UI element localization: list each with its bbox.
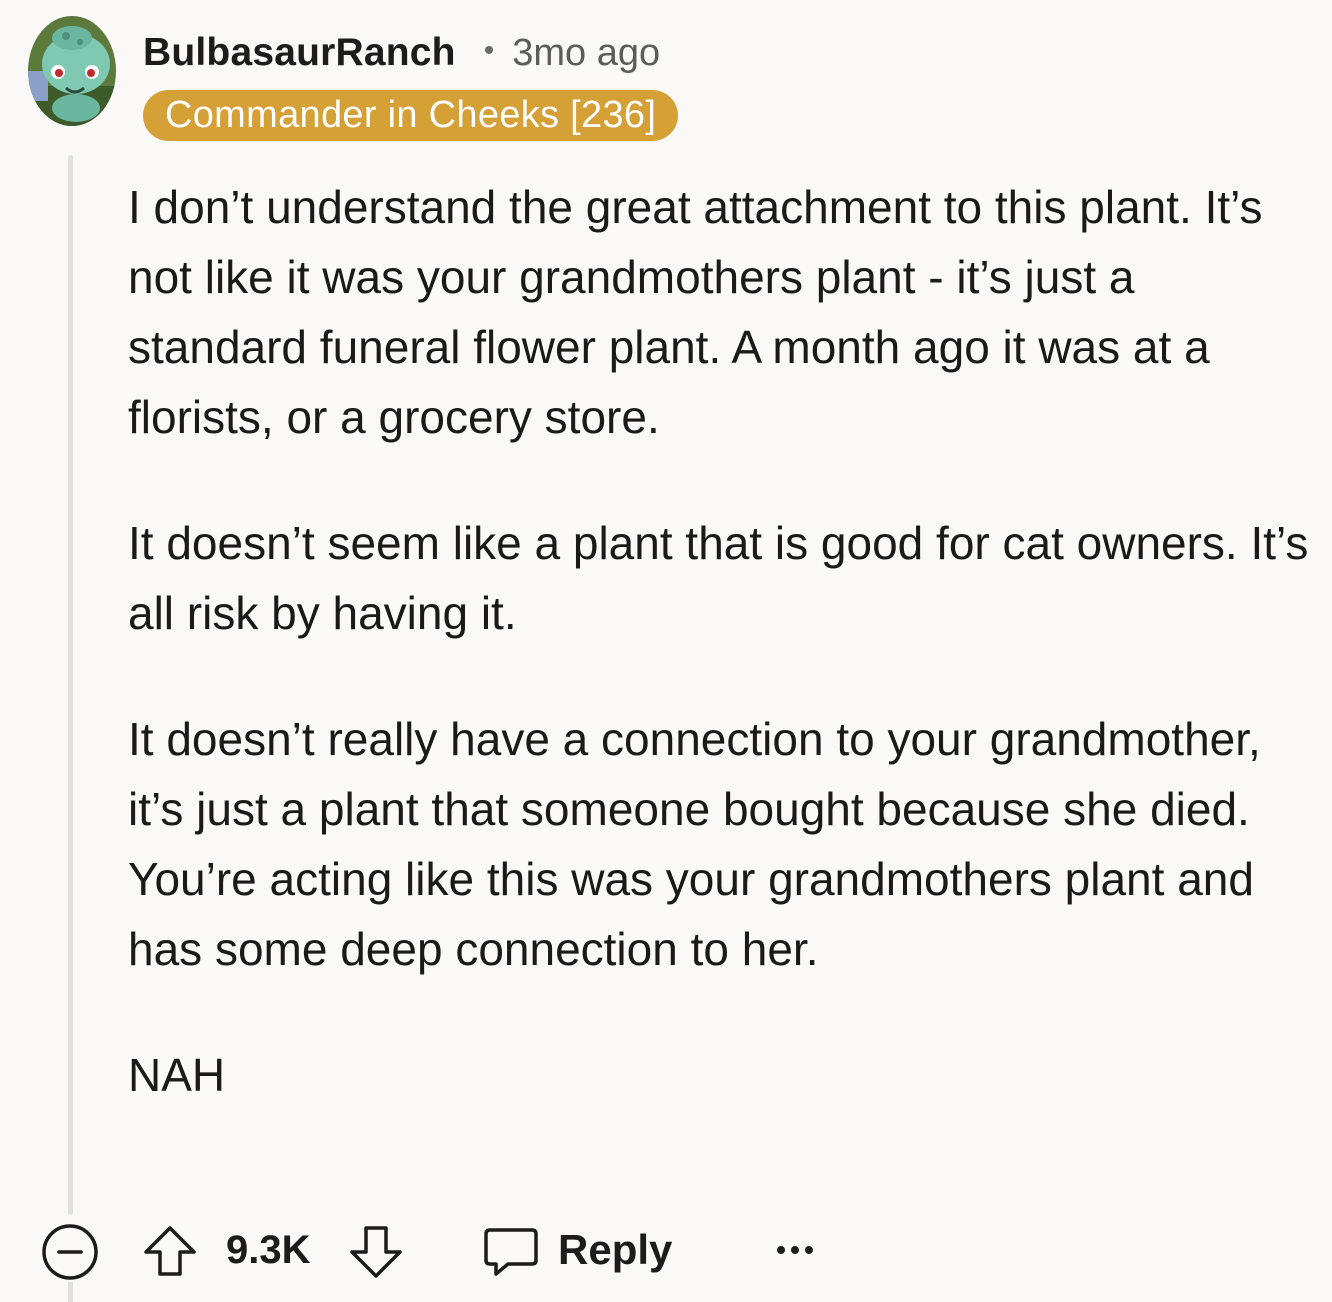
comment-paragraph: It doesn’t seem like a plant that is goo…: [128, 517, 1309, 639]
avatar[interactable]: [28, 16, 116, 126]
arrow-up-icon: [144, 1226, 196, 1276]
upvote-button[interactable]: [142, 1218, 198, 1282]
arrow-down-icon: [350, 1226, 402, 1278]
comment-paragraph: It doesn’t really have a connection to y…: [128, 713, 1261, 975]
reply-label: Reply: [558, 1226, 673, 1273]
comment-header: BulbasaurRanch • 3mo ago: [143, 28, 660, 78]
username[interactable]: BulbasaurRanch: [143, 31, 456, 75]
ellipsis-icon: [777, 1246, 813, 1254]
reply-button[interactable]: Reply: [482, 1218, 672, 1282]
user-flair: Commander in Cheeks [236]: [143, 90, 679, 141]
minus-circle-icon: [42, 1224, 98, 1280]
comment-body: I don’t understand the great attachment …: [128, 172, 1318, 1110]
more-options-button[interactable]: [772, 1218, 818, 1282]
comment-paragraph: I don’t understand the great attachment …: [128, 181, 1263, 443]
collapse-button[interactable]: [40, 1218, 100, 1282]
comment-action-bar: 9.3K Reply: [40, 1218, 1300, 1282]
speech-bubble-icon: [484, 1228, 538, 1276]
downvote-button[interactable]: [348, 1218, 404, 1282]
vote-count: 9.3K: [226, 1218, 311, 1282]
thread-line-continuation[interactable]: [68, 1282, 73, 1302]
timestamp[interactable]: 3mo ago: [512, 32, 660, 75]
comment-paragraph: NAH: [128, 1049, 226, 1101]
thread-line[interactable]: [68, 155, 73, 1215]
vote-count-label: 9.3K: [226, 1227, 311, 1272]
separator-dot: •: [483, 34, 495, 67]
